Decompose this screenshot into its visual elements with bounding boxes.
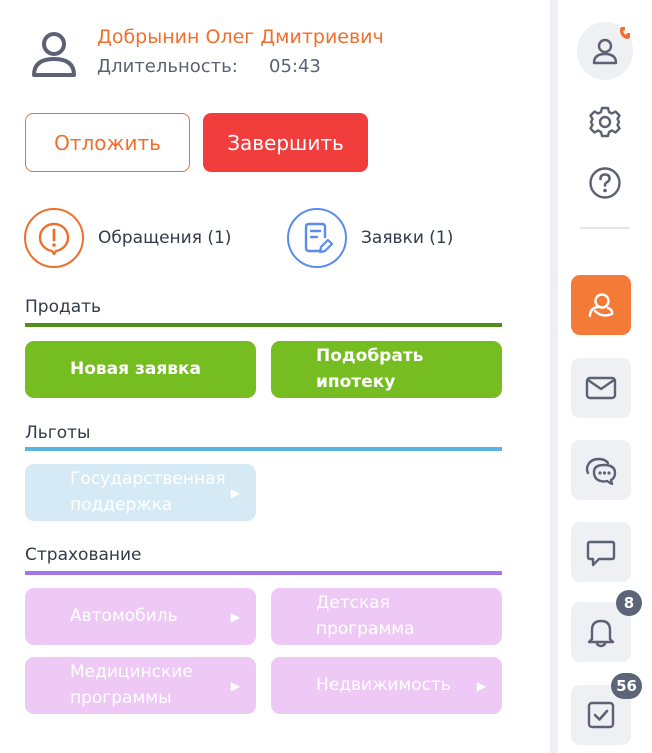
- document-edit-icon: [287, 208, 347, 268]
- state-support-button[interactable]: Государственная поддержка ▶: [25, 464, 256, 521]
- new-application-button[interactable]: Новая заявка: [25, 341, 256, 398]
- section-insurance-title: Страхование: [25, 545, 142, 565]
- right-rail: 8 56: [558, 0, 652, 753]
- requests-label: Обращения (1): [98, 228, 232, 248]
- gear-icon[interactable]: [587, 104, 623, 140]
- insurance-property-button[interactable]: Недвижимость ▶: [271, 657, 502, 714]
- section-benefits-title: Льготы: [25, 423, 91, 443]
- section-sell-title: Продать: [25, 297, 102, 317]
- finish-button[interactable]: Завершить: [203, 113, 368, 172]
- call-panel: Добрынин Олег Дмитриевич Длительность: 0…: [0, 0, 550, 753]
- section-benefits-underline: [25, 447, 502, 451]
- defer-button[interactable]: Отложить: [25, 113, 190, 172]
- tasks-badge: 56: [611, 673, 642, 699]
- section-sell-underline: [25, 323, 502, 327]
- requests-counter[interactable]: Обращения (1): [24, 208, 231, 268]
- mail-icon[interactable]: [571, 358, 631, 418]
- checkbox-icon[interactable]: 56: [571, 673, 642, 745]
- insurance-car-button[interactable]: Автомобиль ▶: [25, 588, 256, 645]
- duration-label: Длительность:: [97, 56, 238, 77]
- user-icon: [32, 32, 76, 77]
- insurance-medical-button[interactable]: Медицинские программы ▶: [25, 657, 256, 714]
- caller-name: Добрынин Олег Дмитриевич: [97, 26, 384, 48]
- chat-group-icon[interactable]: [571, 440, 631, 500]
- phone-icon: [620, 27, 630, 39]
- duration-value: 05:43: [269, 56, 321, 77]
- chevron-right-icon: ▶: [230, 609, 240, 624]
- section-insurance-underline: [25, 571, 502, 575]
- user-phone-icon[interactable]: [577, 22, 633, 80]
- chevron-right-icon: ▶: [476, 678, 486, 693]
- chat-icon[interactable]: [571, 522, 631, 582]
- chevron-right-icon: ▶: [230, 678, 240, 693]
- chevron-right-icon: ▶: [230, 485, 240, 500]
- bell-icon[interactable]: 8: [571, 590, 642, 662]
- insurance-kids-button[interactable]: Детская программа: [271, 588, 502, 645]
- applications-counter[interactable]: Заявки (1): [287, 208, 453, 268]
- rail-separator: [580, 227, 630, 229]
- operator-icon[interactable]: [571, 275, 631, 335]
- select-mortgage-button[interactable]: Подобрать ипотеку: [271, 341, 502, 398]
- notifications-badge: 8: [616, 590, 642, 616]
- alert-bubble-icon: [24, 208, 84, 268]
- applications-label: Заявки (1): [361, 228, 454, 248]
- help-icon[interactable]: [587, 165, 623, 201]
- panel-divider: [550, 0, 558, 753]
